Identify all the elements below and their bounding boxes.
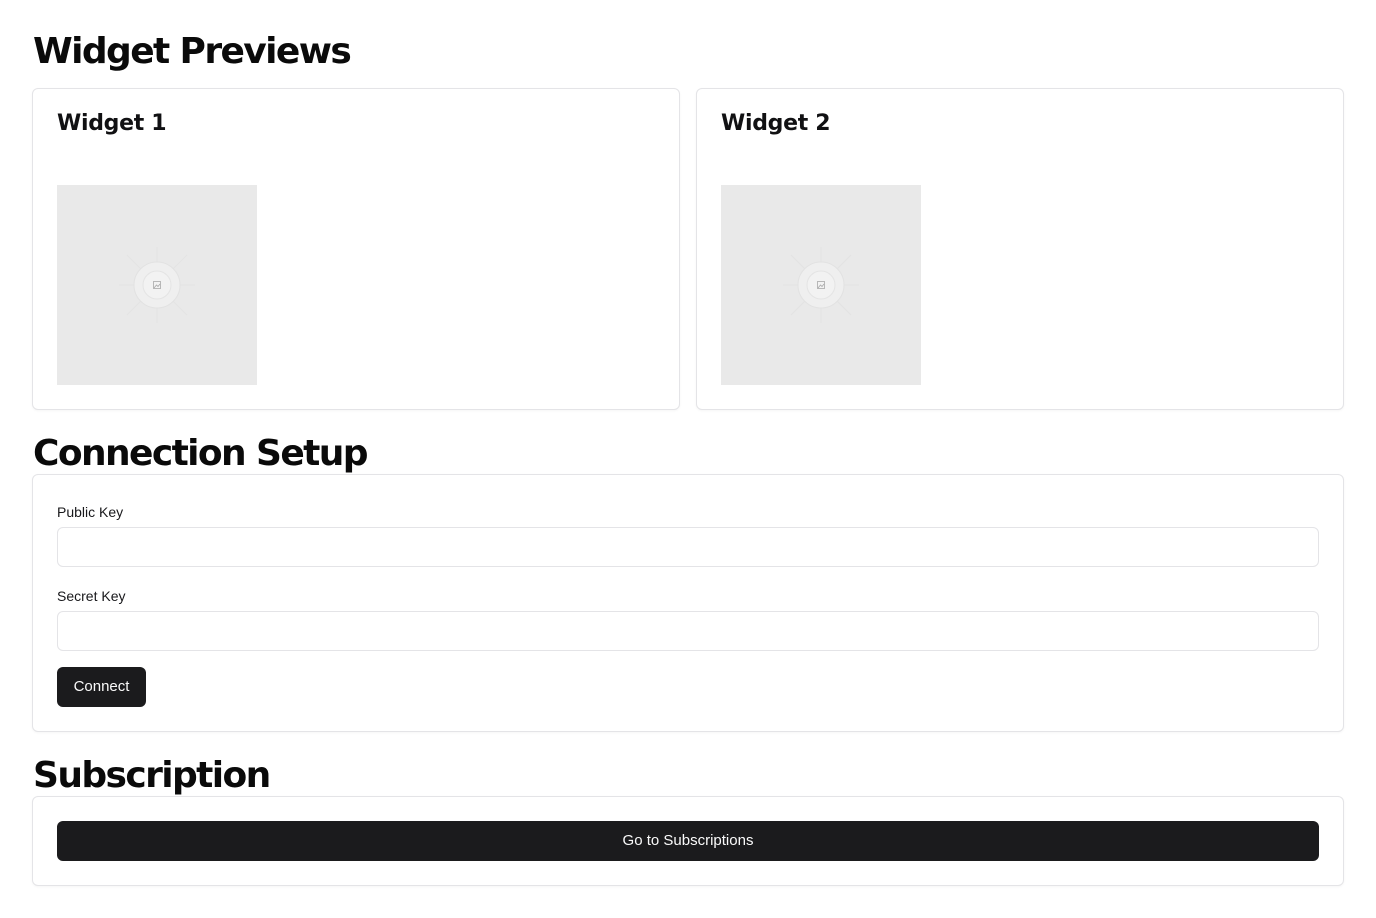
widget-title: Widget 2	[721, 111, 831, 136]
public-key-label: Public Key	[57, 504, 124, 520]
widget-card-1: Widget 1	[32, 88, 680, 410]
secret-key-input[interactable]	[57, 611, 1319, 651]
widget-preview-image	[57, 185, 257, 385]
image-placeholder-icon	[783, 247, 859, 323]
connection-setup-heading: Connection Setup	[33, 433, 369, 474]
secret-key-label: Secret Key	[57, 588, 126, 604]
go-to-subscriptions-button[interactable]: Go to Subscriptions	[57, 821, 1319, 861]
connect-button[interactable]: Connect	[57, 667, 146, 707]
widget-previews-heading: Widget Previews	[33, 31, 352, 72]
widget-card-2: Widget 2	[696, 88, 1344, 410]
subscription-heading: Subscription	[33, 755, 271, 796]
subscription-card: Go to Subscriptions	[32, 796, 1344, 886]
public-key-input[interactable]	[57, 527, 1319, 567]
widget-preview-image	[721, 185, 921, 385]
settings-page: Widget Previews Widget 1 Widget 2 Connec…	[0, 0, 1376, 918]
connection-setup-card: Public Key Secret Key Connect	[32, 474, 1344, 732]
image-placeholder-icon	[119, 247, 195, 323]
widget-title: Widget 1	[57, 111, 167, 136]
